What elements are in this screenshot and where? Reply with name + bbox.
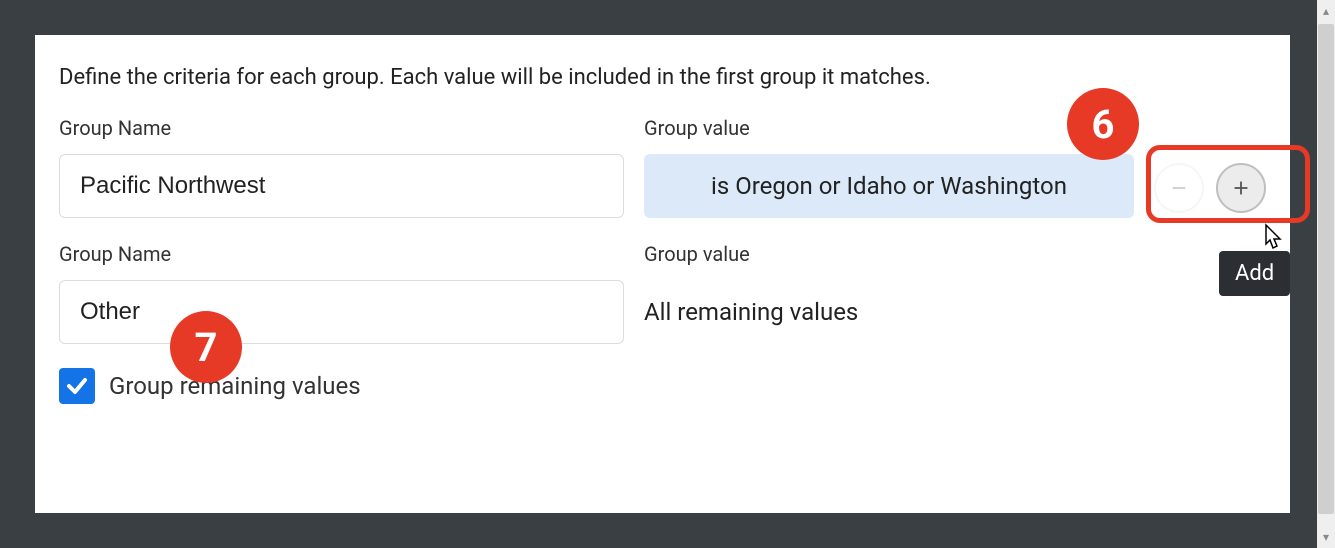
instruction-text: Define the criteria for each group. Each…: [59, 65, 1266, 90]
group-value-column: Group value All remaining values: [644, 242, 1134, 344]
scrollbar-up-arrow[interactable]: ▴: [1317, 2, 1335, 20]
group-name-input[interactable]: [59, 280, 624, 344]
group-remaining-checkbox[interactable]: [59, 368, 95, 404]
group-remaining-row: Group remaining values: [59, 368, 1266, 404]
row-buttons: [1154, 116, 1266, 213]
callout-badge-6: 6: [1067, 88, 1139, 160]
group-row: Group Name Group value All remaining val…: [59, 242, 1266, 344]
scrollbar-thumb[interactable]: [1318, 24, 1334, 514]
group-value-pill[interactable]: is Oregon or Idaho or Washington: [644, 154, 1134, 218]
group-value-label: Group value: [644, 116, 1134, 140]
check-icon: [65, 374, 89, 398]
group-name-column: Group Name: [59, 116, 624, 218]
plus-icon: [1230, 177, 1252, 199]
add-tooltip: Add: [1219, 251, 1290, 296]
group-value-column: Group value is Oregon or Idaho or Washin…: [644, 116, 1134, 218]
group-name-column: Group Name: [59, 242, 624, 344]
callout-badge-7: 7: [170, 311, 242, 383]
minus-icon: [1168, 177, 1190, 199]
group-name-input[interactable]: [59, 154, 624, 218]
scrollbar-down-arrow[interactable]: ▾: [1317, 528, 1335, 546]
remove-group-button: [1154, 163, 1204, 213]
group-value-text: All remaining values: [644, 280, 1134, 344]
group-value-label: Group value: [644, 242, 1134, 266]
group-remaining-label: Group remaining values: [109, 372, 361, 400]
group-name-label: Group Name: [59, 242, 624, 266]
scrollbar-track[interactable]: ▴ ▾: [1317, 0, 1335, 548]
add-group-button[interactable]: [1216, 163, 1266, 213]
group-name-label: Group Name: [59, 116, 624, 140]
